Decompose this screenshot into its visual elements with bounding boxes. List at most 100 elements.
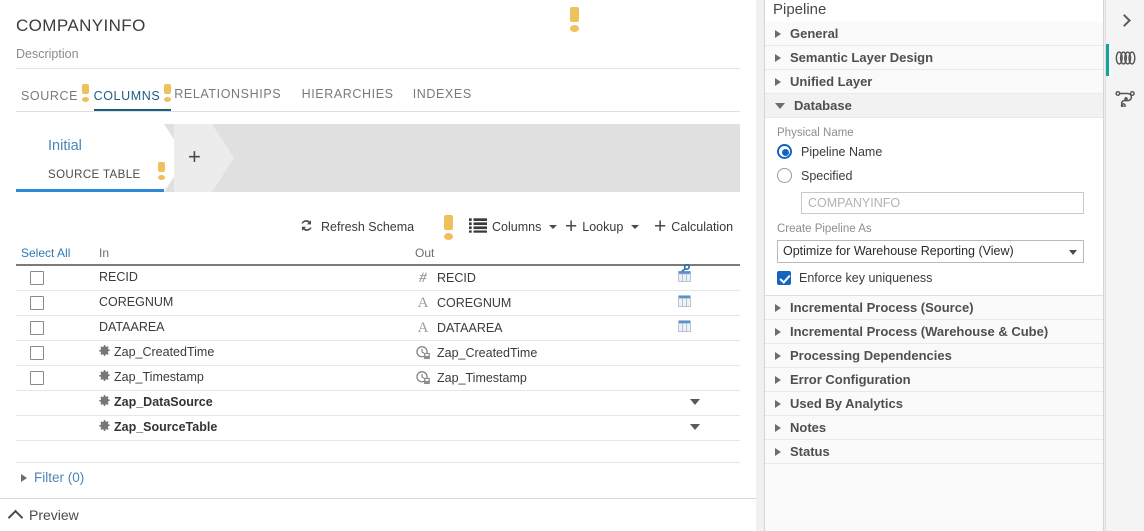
table-row[interactable]: COREGNUMACOREGNUM xyxy=(16,291,740,316)
section-label: Database xyxy=(794,98,852,113)
filter-bar[interactable]: Filter (0) xyxy=(16,462,740,492)
cell-in: DATAAREA xyxy=(99,320,165,334)
properties-panel: Pipeline GeneralSemantic Layer DesignUni… xyxy=(764,0,1104,531)
title-warning-icon xyxy=(570,7,579,35)
row-select-checkbox[interactable] xyxy=(30,271,44,285)
section-status[interactable]: Status xyxy=(765,440,1103,464)
section-notes[interactable]: Notes xyxy=(765,416,1103,440)
row-select-checkbox[interactable] xyxy=(30,321,44,335)
pipeline-step-kind: SOURCE TABLE xyxy=(48,162,165,181)
tab-source[interactable]: SOURCE xyxy=(21,84,89,111)
table-row[interactable]: Zap_CreatedTimeZap_CreatedTime xyxy=(16,341,740,366)
properties-panel-title: Pipeline xyxy=(765,0,1103,22)
gear-icon xyxy=(99,345,110,359)
pipeline-step-initial[interactable]: Initial SOURCE TABLE xyxy=(16,124,186,192)
row-select-checkbox[interactable] xyxy=(30,371,44,385)
add-calculation-button[interactable]: + Calculation xyxy=(654,214,733,240)
add-lookup-label: Lookup xyxy=(582,220,623,234)
section-incremental-process-source[interactable]: Incremental Process (Source) xyxy=(765,296,1103,320)
tab-label: RELATIONSHIPS xyxy=(174,87,281,101)
add-lookup-button[interactable]: + Lookup xyxy=(565,214,639,240)
row-dropdown-caret-icon[interactable] xyxy=(690,399,700,405)
refresh-schema-icon xyxy=(297,216,316,238)
enforce-key-uniqueness-checkbox[interactable] xyxy=(777,271,791,285)
app-root: COMPANYINFO Description SOURCECOLUMNSREL… xyxy=(0,0,1144,531)
tab-columns[interactable]: COLUMNS xyxy=(94,84,172,111)
table-icon[interactable] xyxy=(678,319,691,337)
cell-out: ADATAAREA xyxy=(415,320,503,336)
chevron-down-icon xyxy=(549,225,557,229)
text-a-icon: A xyxy=(415,295,431,311)
cell-out-label: Zap_Timestamp xyxy=(437,371,527,385)
section-processing-dependencies[interactable]: Processing Dependencies xyxy=(765,344,1103,368)
cell-in: Zap_DataSource xyxy=(99,395,213,409)
table-row[interactable]: Zap_TimestampZap_Timestamp xyxy=(16,366,740,391)
pipeline-step-strip: Initial SOURCE TABLE + xyxy=(16,124,740,192)
add-pipeline-step-button[interactable]: + xyxy=(174,124,234,192)
database-cylinders-icon xyxy=(1115,50,1137,71)
gear-icon xyxy=(99,420,110,434)
columns-menu-button[interactable]: Columns xyxy=(469,214,557,240)
table-row[interactable]: RECID#RECID xyxy=(16,266,740,291)
radio-specified-row[interactable]: Specified xyxy=(777,168,1091,183)
pipeline-panel-button[interactable] xyxy=(1106,80,1144,120)
columns-menu-label: Columns xyxy=(492,220,541,234)
enforce-key-uniqueness-label: Enforce key uniqueness xyxy=(799,271,932,285)
cell-in: Zap_CreatedTime xyxy=(99,345,214,359)
cell-out: Zap_Timestamp xyxy=(415,370,527,386)
tab-warning-icon xyxy=(164,84,171,101)
section-unified-layer[interactable]: Unified Layer xyxy=(765,70,1103,94)
pipeline-editor: COMPANYINFO Description SOURCECOLUMNSREL… xyxy=(0,0,756,531)
tab-label: INDEXES xyxy=(413,87,472,101)
specified-name-input[interactable]: COMPANYINFO xyxy=(801,192,1084,214)
chevron-right-icon xyxy=(775,448,781,456)
refresh-schema-button[interactable]: Refresh Schema xyxy=(297,214,414,240)
section-semantic-layer-design[interactable]: Semantic Layer Design xyxy=(765,46,1103,70)
section-database[interactable]: Database xyxy=(765,94,1103,118)
tab-indexes[interactable]: INDEXES xyxy=(413,84,472,111)
table-row[interactable]: Zap_DataSource xyxy=(16,391,740,416)
chevron-right-icon xyxy=(775,304,781,312)
section-incremental-process-warehouse-cube[interactable]: Incremental Process (Warehouse & Cube) xyxy=(765,320,1103,344)
chevron-down-icon xyxy=(631,225,639,229)
columns-grid: Select All In Out RECID#RECIDCOREGNUMACO… xyxy=(16,246,740,441)
database-panel-button[interactable] xyxy=(1106,40,1144,80)
description-field[interactable]: Description xyxy=(16,45,740,69)
radio-pipeline-name-row[interactable]: Pipeline Name xyxy=(777,144,1091,159)
grid-toolbar: Refresh Schema Columns + xyxy=(16,210,740,246)
section-used-by-analytics[interactable]: Used By Analytics xyxy=(765,392,1103,416)
tab-warning-icon xyxy=(82,84,89,101)
section-label: Status xyxy=(790,444,830,459)
create-pipeline-as-select[interactable]: Optimize for Warehouse Reporting (View) xyxy=(777,240,1084,263)
enforce-key-uniqueness-row[interactable]: Enforce key uniqueness xyxy=(777,271,1091,285)
preview-bar[interactable]: Preview xyxy=(0,498,756,531)
columns-grid-header: Select All In Out xyxy=(16,246,740,266)
section-error-configuration[interactable]: Error Configuration xyxy=(765,368,1103,392)
row-select-checkbox[interactable] xyxy=(30,346,44,360)
chevron-up-icon xyxy=(8,509,24,525)
text-a-icon: A xyxy=(415,320,431,336)
section-label: Incremental Process (Warehouse & Cube) xyxy=(790,324,1048,339)
radio-pipeline-name[interactable] xyxy=(777,144,792,159)
section-general[interactable]: General xyxy=(765,22,1103,46)
radio-specified[interactable] xyxy=(777,168,792,183)
chevron-right-icon xyxy=(775,352,781,360)
chevron-right-icon xyxy=(775,424,781,432)
tab-relationships[interactable]: RELATIONSHIPS xyxy=(174,84,281,111)
select-all-link[interactable]: Select All xyxy=(21,246,70,260)
tab-hierarchies[interactable]: HIERARCHIES xyxy=(302,84,394,111)
cell-in: RECID xyxy=(99,270,138,284)
collapse-panel-button[interactable] xyxy=(1106,0,1144,40)
section-label: Error Configuration xyxy=(790,372,911,387)
table-row[interactable]: DATAAREA ADATAAREA xyxy=(16,316,740,341)
radio-pipeline-name-label: Pipeline Name xyxy=(801,145,882,159)
table-icon[interactable] xyxy=(678,294,691,312)
table-row[interactable]: Zap_SourceTable xyxy=(16,416,740,441)
right-rail xyxy=(1105,0,1144,531)
cell-out: ACOREGNUM xyxy=(415,295,511,311)
row-dropdown-caret-icon[interactable] xyxy=(690,424,700,430)
chevron-right-icon xyxy=(775,328,781,336)
row-select-checkbox[interactable] xyxy=(30,296,44,310)
primary-key-table-icon[interactable] xyxy=(678,264,692,287)
cell-in-label: Zap_DataSource xyxy=(114,395,213,409)
